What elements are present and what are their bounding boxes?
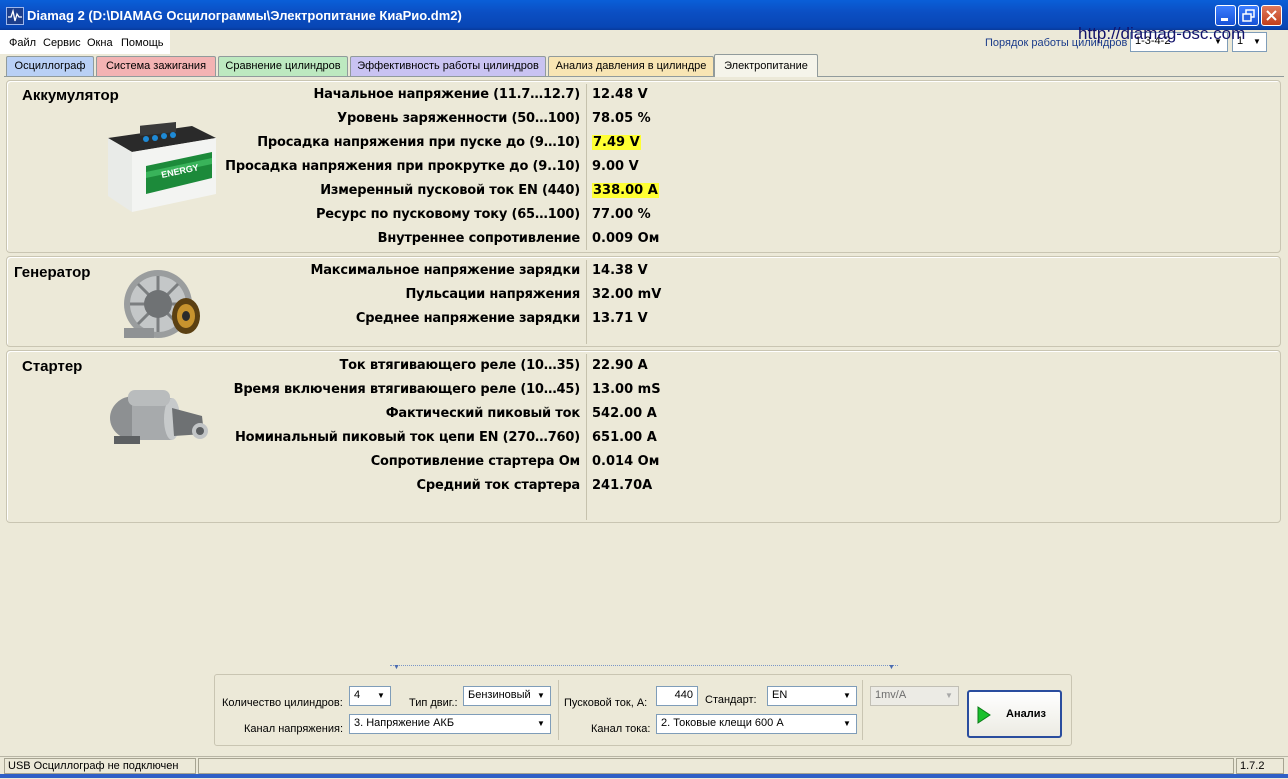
generator-param-label: Максимальное напряжение зарядки xyxy=(310,263,580,278)
generator-param-label: Среднее напряжение зарядки xyxy=(355,311,580,326)
analyze-button[interactable]: Анализ xyxy=(967,690,1062,738)
taskbar-strip xyxy=(0,774,1288,778)
current-channel-select[interactable]: 2. Токовые клещи 600 А ▼ xyxy=(656,714,857,734)
minimize-icon[interactable] xyxy=(1215,5,1236,26)
generator-param-value: 32.00 mV xyxy=(592,287,662,302)
chevron-down-icon: ▼ xyxy=(843,691,851,700)
starter-param-label: Ток втягивающего реле (10…35) xyxy=(339,358,581,373)
start-current-label: Пусковой ток, А: xyxy=(564,697,648,709)
cylinder-count-label: Количество цилиндров: xyxy=(222,697,343,709)
panel-splitter[interactable] xyxy=(390,665,898,672)
battery-param-value: 12.48 V xyxy=(592,87,648,102)
tab-pressure-analysis[interactable]: Анализ давления в цилиндре xyxy=(548,56,714,76)
current-channel-label: Канал тока: xyxy=(591,723,651,735)
controls-separator xyxy=(558,680,559,740)
voltage-channel-label: Канал напряжения: xyxy=(244,723,343,735)
starter-param-label: Фактический пиковый ток xyxy=(385,406,581,421)
status-spacer xyxy=(198,758,1234,774)
generator-param-label: Пульсации напряжения xyxy=(405,287,580,302)
starter-param-value: 22.90 A xyxy=(592,358,648,373)
splitter-arrow-icon: ▼ xyxy=(393,664,400,671)
battery-param-value: 9.00 V xyxy=(592,159,639,174)
battery-param-value: 78.05 % xyxy=(592,111,651,126)
tab-cylinder-compare[interactable]: Сравнение цилиндров xyxy=(218,56,348,76)
tab-power-supply[interactable]: Электропитание xyxy=(714,54,818,77)
menu-help[interactable]: Помощь xyxy=(121,37,164,49)
battery-param-value: 338.00 A xyxy=(592,183,659,198)
starter-param-label: Номинальный пиковый ток цепи EN (270…760… xyxy=(234,430,580,445)
close-icon[interactable] xyxy=(1261,5,1282,26)
battery-param-value: 7.49 V xyxy=(592,135,641,150)
controls-box xyxy=(214,674,1072,746)
generator-divider xyxy=(586,260,587,344)
starter-param-value: 0.014 Ом xyxy=(592,454,660,469)
start-current-input[interactable]: 440 xyxy=(656,686,698,706)
battery-param-label: Просадка напряжения при прокрутке до (9.… xyxy=(225,159,580,174)
connection-status: USB Осциллограф не подключен xyxy=(4,758,196,774)
standard-select[interactable]: EN ▼ xyxy=(767,686,857,706)
splitter-arrow-icon: ▼ xyxy=(888,664,895,671)
battery-param-label: Ресурс по пусковому току (65…100) xyxy=(315,207,580,222)
tab-cylinder-efficiency[interactable]: Эффективность работы цилиндров xyxy=(350,56,546,76)
starter-param-value: 651.00 A xyxy=(592,430,657,445)
starter-divider xyxy=(586,354,587,520)
starter-param-value: 542.00 A xyxy=(592,406,657,421)
sensitivity-select: 1mv/A ▼ xyxy=(870,686,959,706)
restore-icon[interactable] xyxy=(1238,5,1259,26)
controls-separator xyxy=(862,680,863,740)
battery-param-value: 0.009 Ом xyxy=(592,231,660,246)
chevron-down-icon: ▼ xyxy=(945,691,953,700)
starter-param-label: Сопротивление стартера Ом xyxy=(370,454,580,469)
chevron-down-icon: ▼ xyxy=(843,719,851,728)
cylinder-count-select[interactable]: 4 ▼ xyxy=(349,686,391,706)
starter-param-label: Время включения втягивающего реле (10…45… xyxy=(233,382,581,397)
chevron-down-icon: ▼ xyxy=(537,691,545,700)
engine-type-select[interactable]: Бензиновый ▼ xyxy=(463,686,551,706)
standard-label: Стандарт: xyxy=(705,694,757,706)
battery-param-label: Уровень заряженности (50…100) xyxy=(337,111,580,126)
chevron-down-icon: ▼ xyxy=(377,691,385,700)
battery-param-label: Измеренный пусковой ток EN (440) xyxy=(320,183,580,198)
app-icon[interactable] xyxy=(6,7,24,25)
tab-ignition[interactable]: Система зажигания xyxy=(96,56,216,76)
menu-file[interactable]: Файл xyxy=(9,37,36,49)
chevron-down-icon: ▼ xyxy=(1253,37,1261,46)
starter-image xyxy=(104,386,214,464)
engine-type-label: Тип двиг.: xyxy=(409,697,458,709)
battery-divider xyxy=(586,84,587,250)
menu-service[interactable]: Сервис xyxy=(43,37,81,49)
generator-param-value: 13.71 V xyxy=(592,311,648,326)
tab-divider xyxy=(4,76,1284,77)
tab-oscilloscope[interactable]: Осциллограф xyxy=(6,56,94,76)
battery-param-label: Внутреннее сопротивление xyxy=(377,231,581,246)
starter-param-value: 13.00 mS xyxy=(592,382,661,397)
play-icon xyxy=(977,706,991,724)
starter-param-value: 241.70A xyxy=(592,478,653,493)
voltage-channel-select[interactable]: 3. Напряжение АКБ ▼ xyxy=(349,714,551,734)
battery-param-value: 77.00 % xyxy=(592,207,651,222)
battery-param-label: Начальное напряжение (11.7…12.7) xyxy=(313,87,580,102)
site-link[interactable]: http://diamag-osc.com xyxy=(1078,24,1245,44)
battery-param-label: Просадка напряжения при пуске до (9…10) xyxy=(257,135,580,150)
chevron-down-icon: ▼ xyxy=(537,719,545,728)
generator-param-value: 14.38 V xyxy=(592,263,648,278)
version-label: 1.7.2 xyxy=(1236,758,1284,774)
starter-param-label: Средний ток стартера xyxy=(416,478,581,493)
menu-windows[interactable]: Окна xyxy=(87,37,113,49)
window-title: Diamag 2 (D:\DIAMAG Осцилограммы\Электро… xyxy=(27,8,462,23)
